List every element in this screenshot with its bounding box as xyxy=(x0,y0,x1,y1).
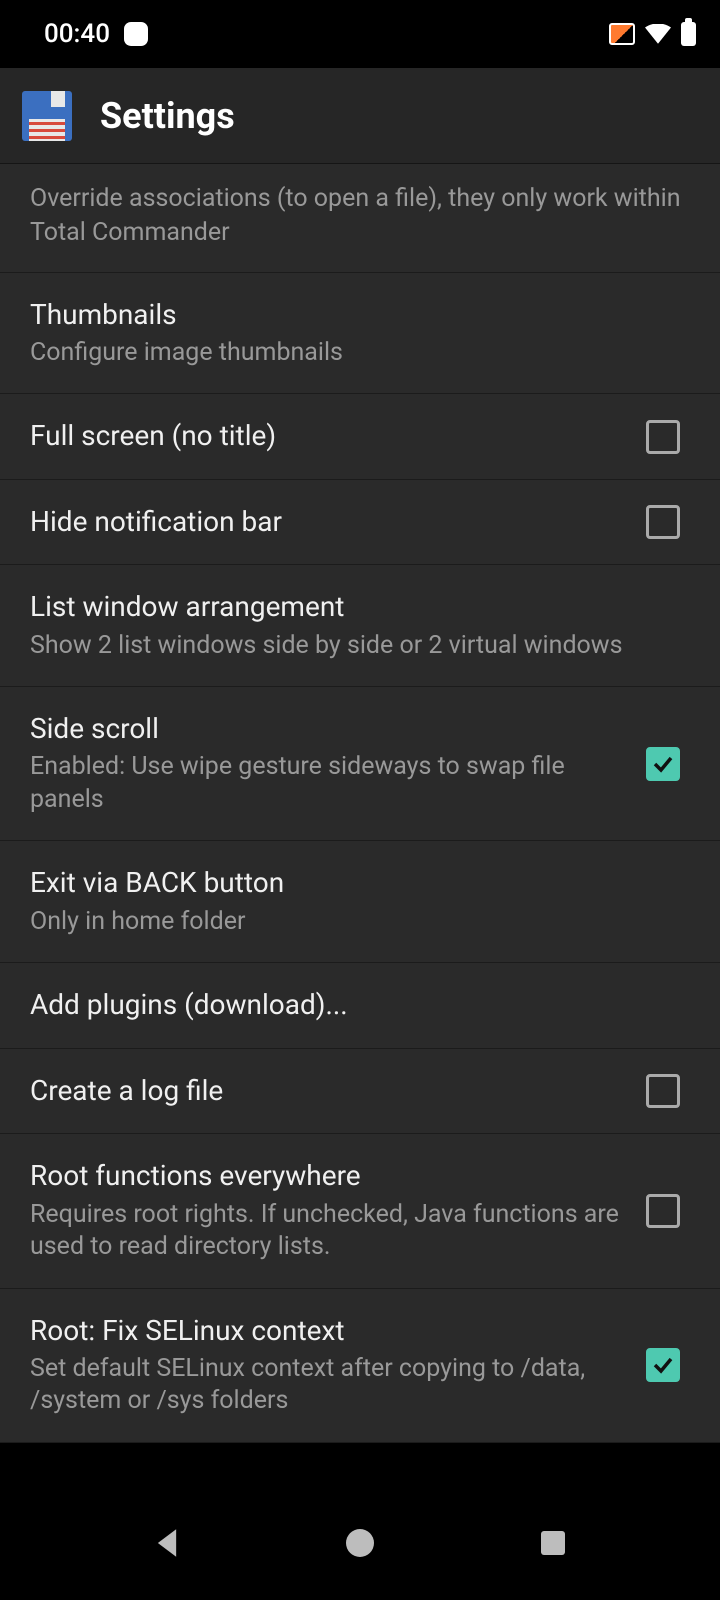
setting-title: Side scroll xyxy=(30,711,622,747)
setting-title: List window arrangement xyxy=(30,589,690,625)
setting-item-hide-notification[interactable]: Hide notification bar xyxy=(0,480,720,565)
battery-icon xyxy=(681,22,696,46)
setting-title: Create a log file xyxy=(30,1073,622,1109)
app-header: Settings xyxy=(0,68,720,164)
cast-icon xyxy=(609,23,635,45)
setting-desc: Show 2 list windows side by side or 2 vi… xyxy=(30,630,690,663)
setting-item-exit-back[interactable]: Exit via BACK button Only in home folder xyxy=(0,841,720,963)
setting-title: Root functions everywhere xyxy=(30,1158,622,1194)
page-title: Settings xyxy=(100,95,235,137)
setting-item-list-window[interactable]: List window arrangement Show 2 list wind… xyxy=(0,565,720,687)
checkbox-hide-notification[interactable] xyxy=(646,505,680,539)
navigation-bar xyxy=(0,1486,720,1600)
checkbox-fullscreen[interactable] xyxy=(646,420,680,454)
setting-title: Hide notification bar xyxy=(30,504,622,540)
setting-item-fullscreen[interactable]: Full screen (no title) xyxy=(0,394,720,479)
nav-recent-button[interactable] xyxy=(533,1523,573,1563)
setting-item-side-scroll[interactable]: Side scroll Enabled: Use wipe gesture si… xyxy=(0,687,720,841)
setting-item-add-plugins[interactable]: Add plugins (download)... xyxy=(0,963,720,1048)
setting-item-log-file[interactable]: Create a log file xyxy=(0,1049,720,1134)
setting-desc: Requires root rights. If unchecked, Java… xyxy=(30,1199,622,1264)
setting-desc: Override associations (to open a file), … xyxy=(30,182,690,250)
checkbox-side-scroll[interactable] xyxy=(646,747,680,781)
status-bar: 00:40 xyxy=(0,0,720,68)
checkbox-root-selinux[interactable] xyxy=(646,1348,680,1382)
setting-desc: Only in home folder xyxy=(30,906,690,939)
setting-title: Exit via BACK button xyxy=(30,865,690,901)
app-floppy-icon xyxy=(22,91,72,141)
setting-item-associations[interactable]: Override associations (to open a file), … xyxy=(0,164,720,273)
notification-indicator-icon xyxy=(124,22,148,46)
checkbox-log-file[interactable] xyxy=(646,1074,680,1108)
setting-desc: Set default SELinux context after copyin… xyxy=(30,1353,622,1418)
settings-list: Override associations (to open a file), … xyxy=(0,164,720,1443)
setting-title: Thumbnails xyxy=(30,297,690,333)
setting-title: Root: Fix SELinux context xyxy=(30,1313,622,1349)
setting-item-root-selinux[interactable]: Root: Fix SELinux context Set default SE… xyxy=(0,1289,720,1443)
setting-title: Add plugins (download)... xyxy=(30,987,690,1023)
setting-item-root-everywhere[interactable]: Root functions everywhere Requires root … xyxy=(0,1134,720,1288)
wifi-icon xyxy=(645,24,671,44)
checkbox-root-everywhere[interactable] xyxy=(646,1194,680,1228)
nav-home-button[interactable] xyxy=(340,1523,380,1563)
setting-item-thumbnails[interactable]: Thumbnails Configure image thumbnails xyxy=(0,273,720,395)
setting-desc: Configure image thumbnails xyxy=(30,337,690,370)
status-clock: 00:40 xyxy=(44,19,110,49)
setting-title: Full screen (no title) xyxy=(30,418,622,454)
setting-desc: Enabled: Use wipe gesture sideways to sw… xyxy=(30,751,622,816)
nav-back-button[interactable] xyxy=(147,1523,187,1563)
